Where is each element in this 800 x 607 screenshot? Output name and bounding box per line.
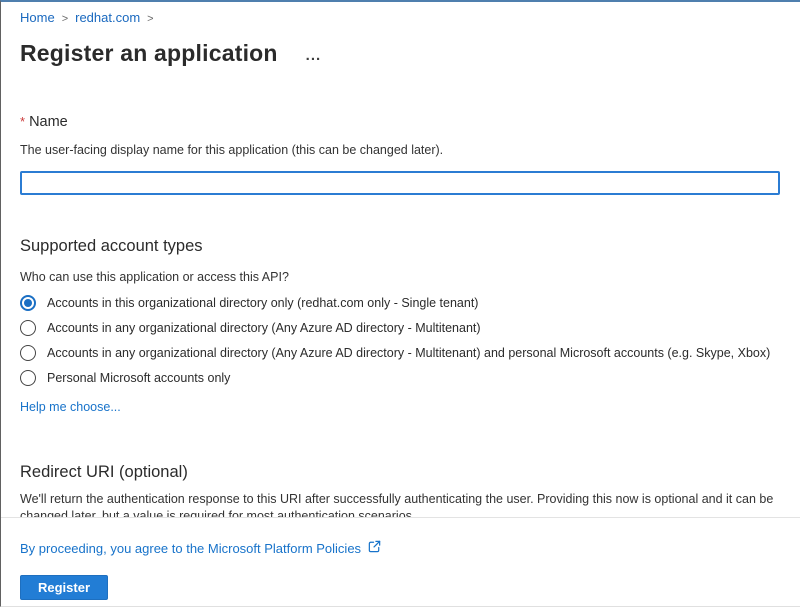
radio-option-label: Accounts in any organizational directory… (47, 345, 770, 361)
radio-selected-icon[interactable] (20, 295, 36, 311)
radio-option-label: Accounts in this organizational director… (47, 295, 478, 311)
radio-option-label: Accounts in any organizational directory… (47, 320, 481, 336)
required-asterisk: * (20, 114, 25, 129)
radio-unselected-icon[interactable] (20, 370, 36, 386)
help-me-choose-link[interactable]: Help me choose... (20, 400, 121, 414)
register-application-panel: Home > redhat.com > Register an application… (0, 0, 800, 607)
radio-option-multitenant[interactable]: Accounts in any organizational directory… (20, 320, 780, 336)
external-link-icon (367, 539, 382, 558)
breadcrumb: Home > redhat.com > (20, 10, 780, 27)
radio-unselected-icon[interactable] (20, 320, 36, 336)
radio-option-personal-only[interactable]: Personal Microsoft accounts only (20, 370, 780, 386)
title-row: Register an application ... (20, 39, 780, 67)
radio-option-label: Personal Microsoft accounts only (47, 370, 230, 386)
account-types-question: Who can use this application or access t… (20, 270, 780, 285)
supported-account-types-heading: Supported account types (20, 236, 780, 256)
radio-option-multitenant-personal[interactable]: Accounts in any organizational directory… (20, 345, 780, 361)
microsoft-platform-policies-link[interactable]: By proceeding, you agree to the Microsof… (20, 541, 361, 557)
policy-statement: By proceeding, you agree to the Microsof… (20, 539, 780, 558)
register-button[interactable]: Register (20, 575, 108, 600)
name-field-label: * Name (20, 113, 780, 131)
account-type-radio-group: Accounts in this organizational director… (20, 295, 780, 386)
breadcrumb-home-link[interactable]: Home (20, 10, 55, 25)
radio-unselected-icon[interactable] (20, 345, 36, 361)
name-label-text: Name (29, 114, 68, 130)
name-input[interactable] (20, 171, 780, 195)
redirect-uri-description-line: We'll return the authentication response… (20, 491, 790, 508)
breadcrumb-separator-icon: > (147, 13, 153, 25)
more-options-icon[interactable]: ... (306, 47, 322, 64)
name-field-hint: The user-facing display name for this ap… (20, 143, 780, 158)
breadcrumb-redhat-link[interactable]: redhat.com (75, 10, 140, 25)
page-title: Register an application (20, 39, 278, 67)
radio-option-single-tenant[interactable]: Accounts in this organizational director… (20, 295, 780, 311)
panel-content: Home > redhat.com > Register an application… (1, 2, 800, 525)
breadcrumb-separator-icon: > (62, 13, 68, 25)
panel-footer: By proceeding, you agree to the Microsof… (1, 517, 800, 606)
help-me-choose-container: Help me choose... (20, 400, 780, 415)
redirect-uri-heading: Redirect URI (optional) (20, 462, 780, 482)
